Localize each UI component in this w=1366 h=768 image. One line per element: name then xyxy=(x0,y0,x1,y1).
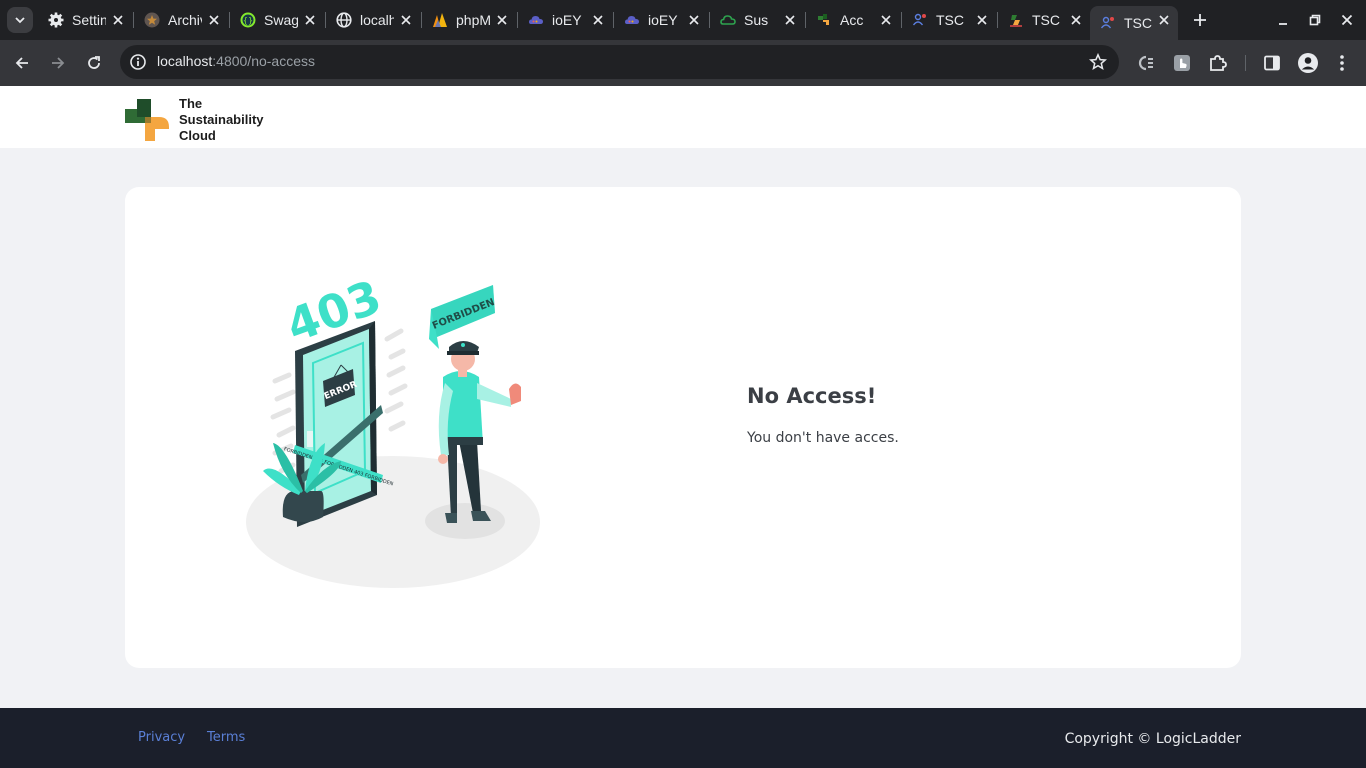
close-tab-icon[interactable] xyxy=(878,12,894,28)
close-tab-icon[interactable] xyxy=(782,12,798,28)
tab-tsc-active[interactable]: TSC xyxy=(1090,6,1178,40)
close-tab-icon[interactable] xyxy=(1156,12,1172,28)
forward-button[interactable] xyxy=(44,49,72,77)
forbidden-403-illustration: ERROR FORBIDDEN 403 FORBIDDEN 403 FORBID… xyxy=(246,269,540,588)
tab-title: ioEY xyxy=(552,12,582,28)
tab-title: phpMyAdmin xyxy=(456,12,490,28)
tab-title: Settings xyxy=(72,12,106,28)
terms-link[interactable]: Terms xyxy=(207,730,245,745)
gear-icon xyxy=(48,12,64,28)
url-path: :4800/no-access xyxy=(212,53,315,69)
site-logo[interactable]: The Sustainability Cloud xyxy=(125,96,264,144)
tab-strip: Settings Archive {} Swagger localhost ph… xyxy=(0,0,1366,40)
tab-ioey-1[interactable]: ioEY xyxy=(518,6,612,34)
no-access-card: ERROR FORBIDDEN 403 FORBIDDEN 403 FORBID… xyxy=(125,187,1241,668)
minimize-button[interactable] xyxy=(1271,8,1295,32)
close-icon xyxy=(1341,14,1353,26)
archive-icon xyxy=(144,12,160,28)
tsc-people-icon xyxy=(912,12,928,28)
tsc-logo-mark-icon xyxy=(125,99,169,141)
cloud-icon xyxy=(528,12,544,28)
svg-text:{}: {} xyxy=(243,16,253,25)
close-tab-icon[interactable] xyxy=(494,12,510,28)
arrow-left-icon xyxy=(15,57,28,69)
privacy-link[interactable]: Privacy xyxy=(138,730,185,745)
leaf-cloud-icon xyxy=(720,12,736,28)
tsc-logo-icon xyxy=(816,12,832,28)
back-button[interactable] xyxy=(8,49,36,77)
close-window-button[interactable] xyxy=(1335,8,1359,32)
side-panel-icon[interactable] xyxy=(1261,52,1283,74)
close-tab-icon[interactable] xyxy=(974,12,990,28)
tab-title: TSC xyxy=(936,12,964,28)
phpmyadmin-icon xyxy=(432,12,448,28)
tsc-logo-icon xyxy=(1008,12,1024,28)
tab-title: ioEY xyxy=(648,12,678,28)
tab-title: TSC xyxy=(1124,15,1152,31)
minimize-icon xyxy=(1279,23,1287,25)
address-bar[interactable]: localhost:4800/no-access xyxy=(120,45,1119,79)
tab-acc[interactable]: Acc xyxy=(806,6,900,34)
close-tab-icon[interactable] xyxy=(110,12,126,28)
access-message: No Access! You don't have acces. xyxy=(747,384,899,446)
close-tab-icon[interactable] xyxy=(590,12,606,28)
site-footer: Privacy Terms Copyright © LogicLadder xyxy=(0,708,1366,768)
url-host: localhost xyxy=(157,53,213,69)
logo-line: Cloud xyxy=(179,128,216,143)
tab-title: Sus xyxy=(744,12,769,28)
close-tab-icon[interactable] xyxy=(302,12,318,28)
chevron-down-icon xyxy=(15,17,25,24)
reload-icon xyxy=(88,56,100,69)
close-tab-icon[interactable] xyxy=(686,12,702,28)
cloud-icon xyxy=(624,12,640,28)
browser-toolbar: localhost:4800/no-access xyxy=(0,40,1366,86)
tab-title: localhost xyxy=(360,12,394,28)
url-text[interactable]: localhost:4800/no-access xyxy=(157,53,315,69)
page-title: No Access! xyxy=(747,384,877,408)
bookmark-star-icon[interactable] xyxy=(1089,53,1107,71)
tab-settings[interactable]: Settings xyxy=(38,6,132,34)
access-description: You don't have acces. xyxy=(747,430,899,446)
close-tab-icon[interactable] xyxy=(398,12,414,28)
profile-avatar-icon[interactable] xyxy=(1297,52,1319,74)
globe-icon xyxy=(336,12,352,28)
tab-swagger[interactable]: {} Swagger xyxy=(230,6,324,34)
restore-icon xyxy=(1309,14,1321,26)
tab-tsc-2[interactable]: TSC xyxy=(998,6,1090,34)
logo-text: The Sustainability Cloud xyxy=(179,96,264,144)
arrow-right-icon xyxy=(52,57,65,69)
tab-title: Swagger xyxy=(264,12,298,28)
copyright-text: Copyright © LogicLadder xyxy=(1064,731,1241,747)
tab-phpmyadmin[interactable]: phpMyAdmin xyxy=(422,6,516,34)
site-info-icon[interactable] xyxy=(129,53,147,71)
logo-line: Sustainability xyxy=(179,112,264,127)
extension-ce-icon[interactable] xyxy=(1135,52,1157,74)
extension-hand-icon[interactable] xyxy=(1171,52,1193,74)
tab-ioey-2[interactable]: ioEY xyxy=(614,6,708,34)
site-header: The Sustainability Cloud xyxy=(0,86,1366,148)
tab-tsc-1[interactable]: TSC xyxy=(902,6,996,34)
plus-icon xyxy=(1194,14,1206,26)
tab-sus[interactable]: Sus xyxy=(710,6,804,34)
restore-button[interactable] xyxy=(1303,8,1327,32)
new-tab-button[interactable] xyxy=(1188,8,1212,32)
reload-button[interactable] xyxy=(80,49,108,77)
tab-search-button[interactable] xyxy=(7,7,33,33)
swagger-icon: {} xyxy=(240,12,256,28)
browser-menu-icon[interactable] xyxy=(1331,52,1353,74)
tab-archive[interactable]: Archive xyxy=(134,6,228,34)
tab-localhost[interactable]: localhost xyxy=(326,6,420,34)
tab-title: Acc xyxy=(840,12,864,28)
tab-title: TSC xyxy=(1032,12,1060,28)
tsc-people-icon xyxy=(1100,15,1116,31)
extensions-puzzle-icon[interactable] xyxy=(1207,52,1229,74)
toolbar-divider xyxy=(1245,55,1246,71)
logo-line: The xyxy=(179,96,203,111)
close-tab-icon[interactable] xyxy=(206,12,222,28)
close-tab-icon[interactable] xyxy=(1068,12,1084,28)
tab-title: Archive xyxy=(168,12,202,28)
